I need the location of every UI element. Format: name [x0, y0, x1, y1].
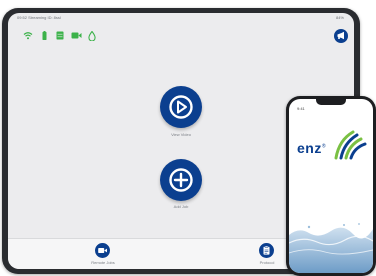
view-video-button[interactable] — [160, 86, 202, 128]
protocol-label: Protocol — [259, 260, 275, 265]
water-splash-image — [289, 223, 373, 273]
video-camera-icon — [98, 248, 107, 253]
enz-logo-icon — [334, 130, 367, 160]
water-drop-icon[interactable] — [88, 31, 96, 41]
protocol-button[interactable] — [259, 243, 274, 258]
status-bar: 09:52 Streaming ID: 8ssl 84% — [8, 13, 354, 22]
camera-icon[interactable] — [71, 31, 82, 40]
phone-notch — [316, 99, 346, 105]
phone-screen: 9:41 enz® — [289, 99, 373, 273]
play-icon — [169, 95, 193, 119]
add-job-label: Add Job — [173, 204, 189, 209]
add-job-button[interactable] — [160, 159, 202, 201]
battery-icon — [42, 31, 47, 40]
remote-jobs-label: Remote Jobs — [91, 260, 115, 265]
brand-wordmark: enz® — [297, 140, 326, 156]
registered-mark: ® — [321, 143, 327, 150]
phone-time: 9:41 — [297, 106, 305, 111]
brand-name: enz — [297, 140, 322, 156]
battery-level: 84% — [335, 15, 344, 20]
megaphone-icon — [337, 31, 344, 40]
plus-circle-icon — [169, 168, 193, 192]
view-video-label: View Video — [171, 132, 191, 137]
status-bar-left-text: 09:52 Streaming ID: 8ssl — [17, 15, 61, 20]
phone-device: 9:41 enz® — [286, 96, 376, 276]
toolbar — [8, 25, 354, 47]
clipboard-icon — [263, 245, 270, 255]
grid-icon[interactable] — [56, 31, 64, 40]
remote-jobs-button[interactable] — [95, 243, 110, 258]
megaphone-button[interactable] — [334, 29, 348, 43]
wifi-icon — [23, 32, 33, 40]
